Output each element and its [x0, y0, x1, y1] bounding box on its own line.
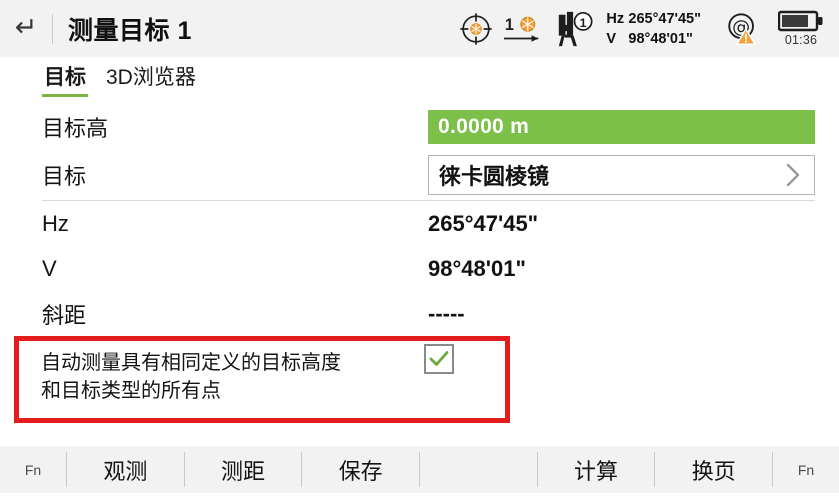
tab-bar: 目标 3D浏览器 [0, 57, 839, 102]
row-hz-value: 265°47'45" [428, 210, 539, 236]
title-bar: ↵ 测量目标 1 1 1 Hz 265°47'45" V 98°48'01" @… [0, 0, 839, 57]
battery-time: 01:36 [784, 33, 818, 47]
calculate-button[interactable]: 计算 [538, 446, 655, 493]
auto-measure-label: 自动测量具有相同定义的目标高度 和目标类型的所有点 [41, 349, 371, 406]
page-switch-button[interactable]: 换页 [655, 446, 772, 493]
total-station-icon[interactable]: 1 [553, 9, 606, 49]
save-label: 保存 [338, 458, 383, 484]
row-slope-distance-value: ----- [428, 300, 465, 326]
title-divider [52, 13, 53, 44]
tab-target-label: 目标 [44, 66, 86, 89]
page-title: 测量目标 1 [68, 16, 192, 45]
checkmark-icon [429, 351, 449, 366]
row-v-label: V [42, 255, 57, 281]
calculate-label: 计算 [574, 458, 619, 484]
auto-measure-label-line1: 自动测量具有相同定义的目标高度 [41, 352, 341, 374]
hz-value: 265°47'45" [628, 10, 701, 27]
auto-measure-label-line2: 和目标类型的所有点 [41, 380, 221, 403]
row-target: 目标 徕卡圆棱镜 [0, 150, 839, 200]
at-sign-warning-icon[interactable]: @ [723, 10, 773, 48]
tab-3d-viewer-label: 3D浏览器 [106, 66, 196, 89]
svg-text:1: 1 [505, 15, 514, 33]
tab-3d-viewer[interactable]: 3D浏览器 [104, 57, 198, 97]
hz-label: Hz [606, 10, 625, 27]
status-bar: 1 1 Hz 265°47'45" V 98°48'01" @ 01:36 [457, 0, 839, 57]
v-value: 98°48'01" [628, 30, 693, 47]
crosshair-target-icon[interactable] [457, 10, 501, 48]
row-hz-label: Hz [42, 210, 69, 236]
svg-text:1: 1 [580, 16, 587, 30]
target-select[interactable]: 徕卡圆棱镜 [428, 155, 815, 195]
auto-measure-checkbox[interactable] [424, 344, 454, 374]
distance-button[interactable]: 测距 [185, 446, 302, 493]
row-target-height: 目标高 0.0000 m [0, 104, 839, 150]
measure-target-screen: ↵ 测量目标 1 1 1 Hz 265°47'45" V 98°48'01" @… [0, 0, 839, 503]
form-rows: 目标高 0.0000 m 目标 徕卡圆棱镜 Hz 265°47'45" V 98… [0, 104, 839, 336]
battery-icon [778, 10, 823, 32]
target-select-value: 徕卡圆棱镜 [439, 164, 550, 189]
row-slope-distance: 斜距 ----- [0, 291, 839, 336]
battery-indicator[interactable]: 01:36 [773, 10, 829, 47]
v-label: V [606, 30, 617, 47]
row-slope-distance-label: 斜距 [42, 302, 87, 328]
fn-right-label: Fn [797, 461, 815, 478]
page-switch-label: 换页 [691, 458, 736, 484]
save-button[interactable]: 保存 [302, 446, 419, 493]
observe-button[interactable]: 观测 [67, 446, 184, 493]
row-v: V 98°48'01" [0, 246, 839, 291]
angle-readout: Hz 265°47'45" V 98°48'01" [606, 9, 701, 49]
back-button[interactable]: ↵ [0, 0, 52, 57]
row-hz: Hz 265°47'45" [0, 201, 839, 246]
fn-left-label: Fn [24, 461, 42, 478]
distance-label: 测距 [221, 458, 266, 484]
row-v-value: 98°48'01" [428, 255, 526, 281]
tab-target[interactable]: 目标 [42, 57, 88, 97]
back-arrow-icon: ↵ [14, 12, 38, 43]
row-target-label: 目标 [42, 164, 87, 189]
row-target-height-label: 目标高 [42, 116, 109, 141]
observe-label: 观测 [103, 458, 148, 484]
prism-distance-icon[interactable]: 1 [501, 9, 553, 49]
fn-right-button[interactable]: Fn [773, 446, 839, 493]
target-height-field[interactable]: 0.0000 m [428, 110, 815, 144]
target-height-value: 0.0000 m [438, 115, 530, 138]
chevron-right-icon [786, 163, 800, 187]
fn-left-button[interactable]: Fn [0, 446, 66, 493]
bottom-filler [0, 493, 839, 503]
bottom-toolbar: Fn 观测 测距 保存 计算 换页 Fn [0, 446, 839, 493]
